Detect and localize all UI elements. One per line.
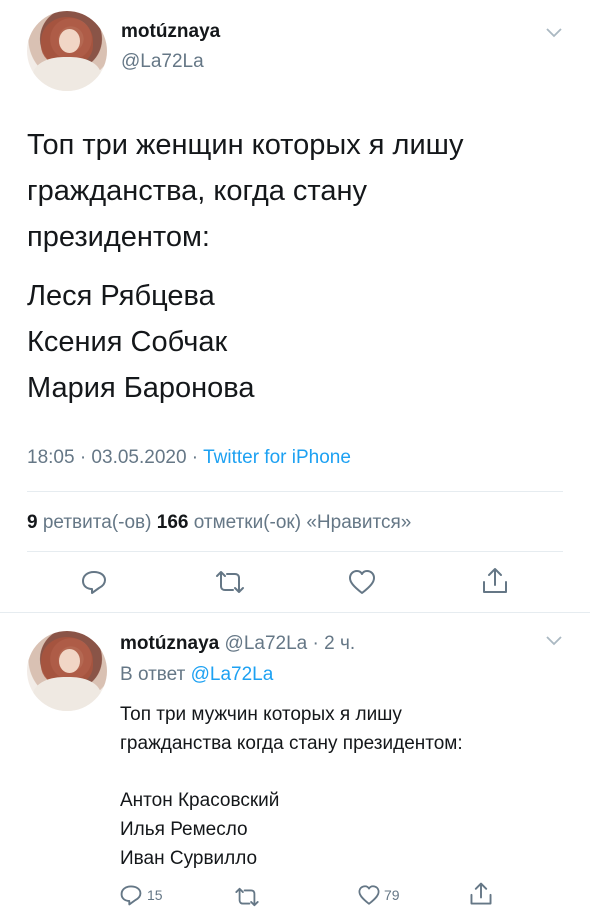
tweet-text-line: президентом: [27,221,210,253]
reply-context: В ответ @La72La [120,664,273,686]
like-action[interactable]: 79 [357,883,400,907]
main-tweet-text: Топ три женщин которых я лишу гражданств… [27,122,463,260]
retweet-icon[interactable] [233,885,261,909]
chevron-down-icon[interactable] [545,635,563,647]
chevron-down-icon[interactable] [545,27,563,39]
reply-action[interactable]: 15 [119,883,163,907]
reply-icon[interactable] [80,568,108,596]
list-item: Илья Ремесло [120,819,248,840]
divider [0,612,590,613]
reply-prefix: В ответ [120,664,191,685]
reply-tweet-text: Топ три мужчин которых я лишу гражданств… [120,700,463,758]
main-tweet-list: Леся Рябцева Ксения Собчак Мария Баронов… [27,273,254,411]
retweets-count[interactable]: 9 [27,512,38,533]
reply-avatar[interactable] [27,631,107,711]
list-item: Ксения Собчак [27,326,228,358]
list-item: Иван Сурвилло [120,848,258,869]
like-icon[interactable] [347,568,377,596]
reply-to-handle[interactable]: @La72La [191,664,274,685]
list-item: Антон Красовский [120,790,280,811]
reply-header: motúznaya @La72La · 2 ч. [120,633,355,655]
main-avatar[interactable] [27,11,107,91]
reply-tweet-list: Антон Красовский Илья Ремесло Иван Сурви… [120,786,279,873]
tweet-text-line: Топ три женщин которых я лишу [27,129,464,161]
reply-handle-time[interactable]: @La72La · 2 ч. [219,633,356,654]
reply-count: 15 [147,887,163,903]
retweets-label[interactable]: ретвита(-ов) [38,512,157,533]
tweet-text-line: гражданства когда стану президентом: [120,733,463,754]
tweet-text-line: гражданства, когда стану [27,175,368,207]
share-icon[interactable] [468,881,494,907]
share-icon[interactable] [480,566,510,596]
like-icon[interactable] [357,883,381,907]
tweet-timestamp[interactable]: 18:05 · 03.05.2020 · Twitter for iPhone [27,447,351,469]
retweet-icon[interactable] [213,568,247,596]
divider [27,551,563,552]
tweet-stats: 9 ретвита(-ов) 166 отметки(-ок) «Нравитс… [27,512,411,534]
main-display-name[interactable]: motúznaya [121,21,220,43]
tweet-text-line: Топ три мужчин которых я лишу [120,704,402,725]
likes-label[interactable]: отметки(-ок) «Нравится» [188,512,412,533]
timestamp-text: 18:05 · 03.05.2020 · [27,447,204,468]
like-count: 79 [384,887,400,903]
main-handle[interactable]: @La72La [121,51,204,73]
likes-count[interactable]: 166 [157,512,189,533]
client-link[interactable]: Twitter for iPhone [203,447,351,468]
reply-display-name[interactable]: motúznaya [120,633,219,654]
list-item: Леся Рябцева [27,280,215,312]
list-item: Мария Баронова [27,372,255,404]
reply-icon[interactable] [119,883,143,907]
divider [27,491,563,492]
